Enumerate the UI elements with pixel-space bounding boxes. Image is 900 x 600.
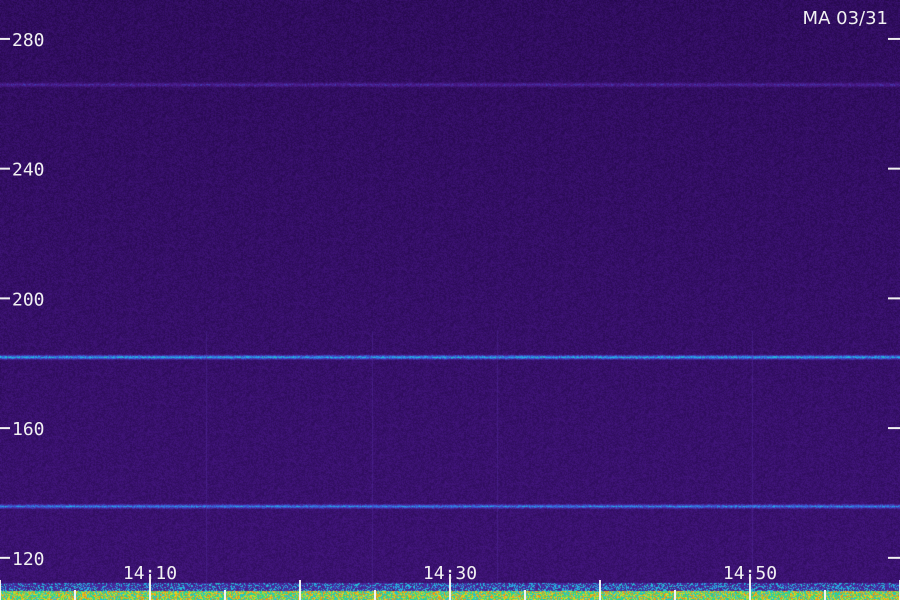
x-tick-label-1: 14:30 — [423, 563, 477, 584]
y-tick-label-240: 240 — [12, 160, 45, 181]
x-tick-label-2: 14:50 — [723, 563, 777, 584]
x-tick-label-0: 14:10 — [123, 563, 177, 584]
x-axis-tick-labels: 14:10 14:30 14:50 — [123, 563, 777, 584]
y-tick-label-160: 160 — [12, 419, 45, 440]
y-tick-label-120: 120 — [12, 549, 45, 570]
y-axis-tick-labels: 120 160 200 240 280 — [12, 30, 45, 570]
axis-overlay: 120 160 200 240 280 14:10 14:30 14:50 MA 03/31 — [0, 8, 900, 600]
y-tick-label-200: 200 — [12, 289, 45, 310]
y-tick-label-280: 280 — [12, 30, 45, 51]
y-axis-ticks-left — [0, 37, 10, 559]
corner-label: MA 03/31 — [803, 8, 888, 29]
y-axis-ticks-right — [888, 37, 900, 559]
